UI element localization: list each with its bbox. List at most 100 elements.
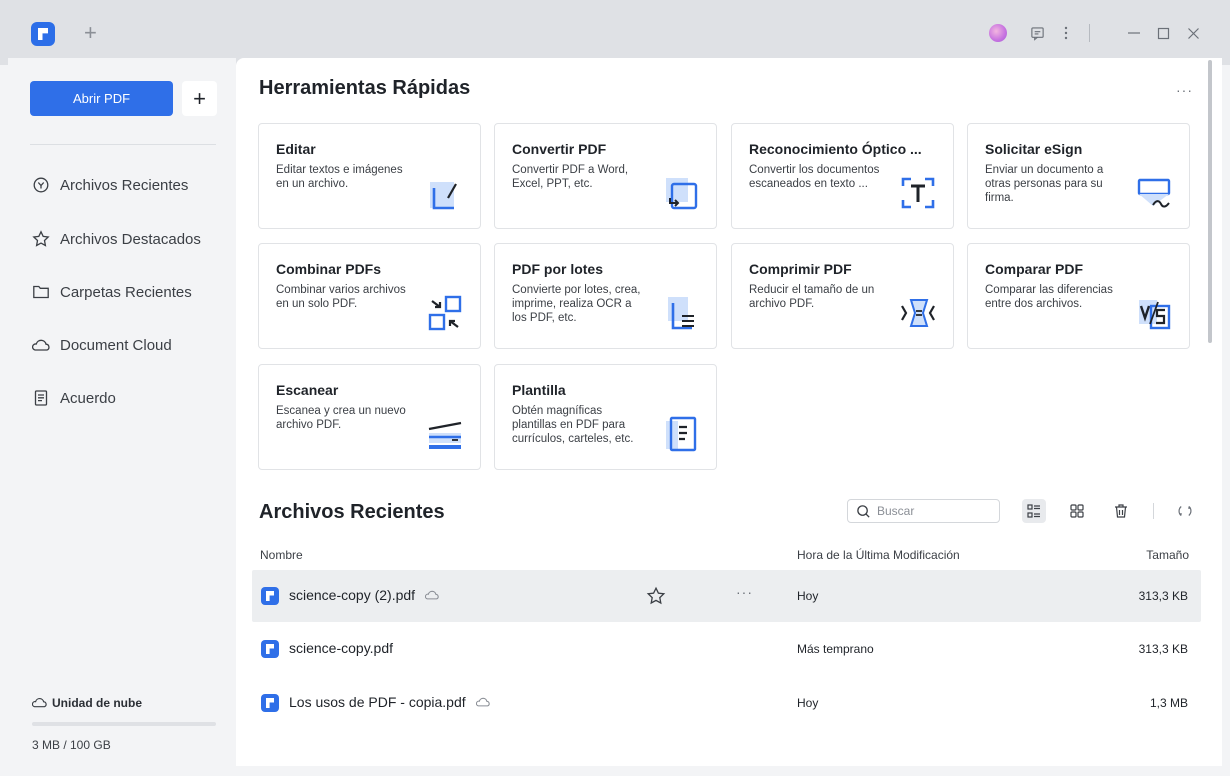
main-panel: Herramientas Rápidas ··· Editar Editar t…: [236, 58, 1222, 766]
file-size: 1,3 MB: [1149, 696, 1188, 710]
storage-progress-bar: [32, 722, 216, 726]
pdf-file-icon: [261, 694, 279, 712]
card-description: Comparar las diferencias entre dos archi…: [985, 284, 1113, 310]
avatar[interactable]: [989, 24, 1007, 42]
cloud-icon: [32, 339, 50, 351]
card-description: Editar textos e imágenes en un archivo.: [276, 164, 403, 190]
sidebar: Abrir PDF + Archivos Recientes Archivos …: [8, 58, 236, 766]
scrollbar[interactable]: [1208, 60, 1212, 343]
edit-icon: [430, 182, 457, 210]
file-modified-time: Más temprano: [797, 642, 874, 656]
document-icon: [34, 390, 48, 406]
combine-icon: [428, 295, 462, 331]
maximize-icon[interactable]: [1153, 18, 1173, 48]
card-title: Escanear: [276, 382, 339, 398]
compare-icon: [1139, 300, 1171, 330]
sidebar-item-recent-files[interactable]: Archivos Recientes: [32, 173, 188, 197]
tool-card-template[interactable]: Plantilla Obtén magníficas plantillas en…: [494, 364, 717, 470]
card-description: Enviar un documento a otras personas par…: [985, 164, 1104, 204]
list-view-icon[interactable]: [1022, 499, 1046, 523]
card-title: Combinar PDFs: [276, 261, 382, 277]
sidebar-item-document-cloud[interactable]: Document Cloud: [32, 333, 172, 357]
cloud-icon: [32, 698, 47, 708]
tool-card-edit[interactable]: Editar Editar textos e imágenes en un ar…: [258, 123, 481, 229]
cloud-drive-text: Unidad de nube: [52, 695, 142, 710]
tool-card-scan[interactable]: Escanear Escanea y crea un nuevo archivo…: [258, 364, 481, 470]
sidebar-item-label: Acuerdo: [60, 389, 116, 407]
sidebar-item-label: Carpetas Recientes: [60, 283, 192, 301]
tool-card-compare[interactable]: Comparar PDF Comparar las diferencias en…: [967, 243, 1190, 349]
more-vertical-icon[interactable]: [1058, 18, 1074, 48]
column-header-name[interactable]: Nombre: [260, 548, 303, 562]
file-name-text: Los usos de PDF - copia.pdf: [289, 694, 466, 710]
storage-usage: 3 MB / 100 GB: [32, 738, 111, 752]
file-name: Los usos de PDF - copia.pdf: [289, 694, 490, 710]
tool-card-esign[interactable]: Solicitar eSign Enviar un documento a ot…: [967, 123, 1190, 229]
card-title: Plantilla: [512, 382, 566, 398]
table-row[interactable]: science-copy.pdf Más temprano 313,3 KB: [252, 623, 1201, 675]
card-title: PDF por lotes: [512, 261, 604, 277]
search-box[interactable]: [847, 499, 1000, 523]
file-modified-time: Hoy: [797, 589, 819, 603]
sidebar-divider: [30, 144, 216, 145]
tool-card-compress[interactable]: Comprimir PDF Reducir el tamaño de un ar…: [731, 243, 954, 349]
row-more-button[interactable]: ···: [736, 584, 753, 600]
card-title: Convertir PDF: [512, 141, 607, 157]
tool-card-ocr[interactable]: Reconocimiento Óptico ... Convertir los …: [731, 123, 954, 229]
recent-files-title: Archivos Recientes: [259, 501, 445, 523]
batch-icon: [668, 297, 694, 330]
cloud-drive-label: Unidad de nube: [32, 695, 142, 710]
card-description: Obtén magníficas plantillas en PDF para …: [512, 405, 634, 445]
search-icon: [857, 504, 870, 518]
table-row[interactable]: science-copy (2).pdf ··· Hoy 313,3 KB: [252, 570, 1201, 622]
column-header-modified[interactable]: Hora de la Última Modificación: [797, 548, 960, 562]
file-name: science-copy.pdf: [289, 640, 393, 656]
cloud-icon: [425, 590, 439, 600]
sidebar-item-recent-folders[interactable]: Carpetas Recientes: [32, 280, 192, 304]
file-size: 313,3 KB: [1138, 589, 1188, 603]
tool-card-convert[interactable]: Convertir PDF Convertir PDF a Word, Exce…: [494, 123, 717, 229]
refresh-icon[interactable]: [1173, 499, 1197, 523]
app-logo-icon[interactable]: [31, 22, 55, 46]
file-modified-time: Hoy: [797, 696, 819, 710]
feedback-icon[interactable]: [1026, 18, 1048, 48]
table-row[interactable]: Los usos de PDF - copia.pdf Hoy 1,3 MB: [252, 677, 1201, 729]
add-button[interactable]: +: [182, 81, 217, 116]
tool-card-combine[interactable]: Combinar PDFs Combinar varios archivos e…: [258, 243, 481, 349]
delete-icon[interactable]: [1109, 499, 1133, 523]
sidebar-item-starred-files[interactable]: Archivos Destacados: [32, 227, 201, 251]
file-name-text: science-copy (2).pdf: [289, 587, 416, 603]
convert-icon: [666, 178, 698, 210]
file-size: 313,3 KB: [1138, 642, 1188, 656]
star-icon[interactable]: [646, 586, 666, 606]
file-name: science-copy (2).pdf: [289, 587, 439, 603]
card-title: Solicitar eSign: [985, 141, 1083, 157]
scanner-icon: [428, 421, 462, 449]
quick-tools-title: Herramientas Rápidas: [259, 77, 471, 99]
sidebar-item-label: Archivos Destacados: [60, 230, 201, 248]
minimize-icon[interactable]: [1124, 18, 1144, 48]
cloud-icon: [475, 697, 490, 707]
search-input[interactable]: [877, 504, 987, 518]
quick-tools-more-button[interactable]: ···: [1176, 82, 1193, 98]
folder-icon: [33, 285, 49, 299]
card-title: Comparar PDF: [985, 261, 1084, 277]
column-header-size[interactable]: Tamaño: [1146, 548, 1189, 562]
card-description: Convertir los documentos escaneados en t…: [749, 164, 880, 190]
star-icon: [32, 230, 50, 247]
sidebar-item-agreement[interactable]: Acuerdo: [32, 386, 116, 410]
esign-icon: [1137, 178, 1171, 208]
sidebar-item-label: Archivos Recientes: [60, 176, 189, 194]
compress-icon: [901, 299, 935, 327]
card-description: Combinar varios archivos en un solo PDF.: [276, 284, 406, 310]
close-icon[interactable]: [1183, 18, 1203, 48]
clock-icon: [33, 177, 49, 193]
new-tab-button[interactable]: +: [84, 20, 97, 46]
card-title: Reconocimiento Óptico ...: [749, 141, 922, 157]
open-pdf-button[interactable]: Abrir PDF: [30, 81, 173, 116]
tool-card-batch[interactable]: PDF por lotes Convierte por lotes, crea,…: [494, 243, 717, 349]
file-name-text: science-copy.pdf: [289, 640, 394, 656]
grid-view-icon[interactable]: [1065, 499, 1089, 523]
pdf-file-icon: [261, 587, 279, 605]
toolbar-separator: [1153, 503, 1154, 519]
